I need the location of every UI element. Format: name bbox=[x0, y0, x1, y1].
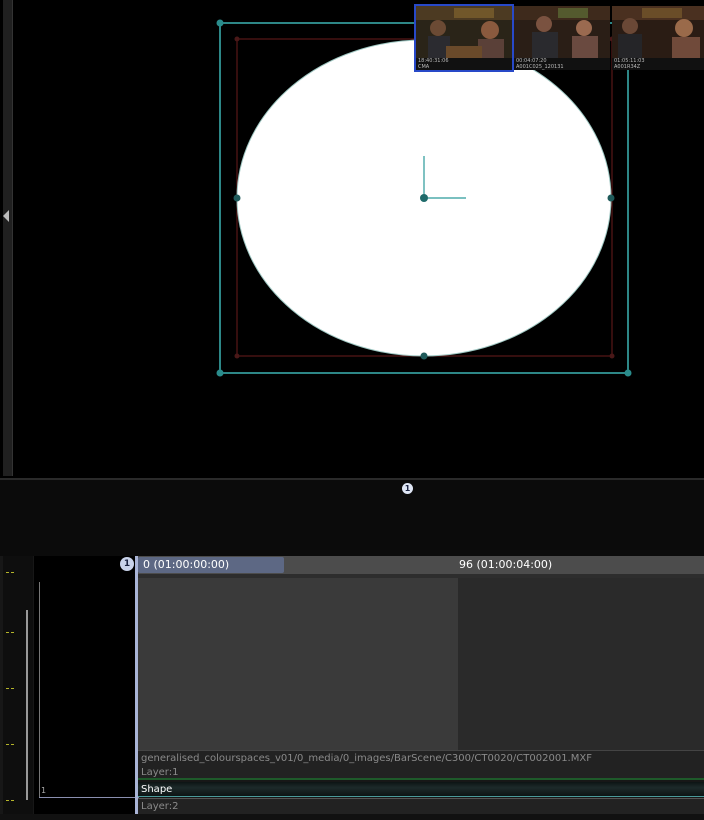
vertical-ruler bbox=[3, 556, 33, 818]
ruler-tick bbox=[6, 572, 14, 574]
timeline-out-area[interactable] bbox=[458, 578, 704, 750]
track-panel[interactable] bbox=[34, 556, 137, 818]
edge-handle-bottom[interactable] bbox=[420, 352, 428, 360]
thumbnail-strip bbox=[0, 478, 704, 556]
playhead-info-badge[interactable]: 1 bbox=[120, 557, 134, 571]
edge-handle-right[interactable] bbox=[607, 194, 615, 202]
inner-corner-tl bbox=[234, 36, 240, 42]
out-frame-label: 96 (01:00:04:00) bbox=[459, 558, 553, 571]
clip-thumbnail-image bbox=[514, 6, 610, 58]
corner-handle-bl[interactable] bbox=[216, 369, 224, 377]
source-path-row[interactable]: generalised_colourspaces_v01/0_media/0_i… bbox=[138, 750, 704, 765]
corner-handle-br[interactable] bbox=[624, 369, 632, 377]
clip-caption: 01:05:11:03 A001R34Z bbox=[612, 58, 704, 70]
inner-corner-br bbox=[609, 353, 615, 359]
shape-row[interactable]: Shape bbox=[138, 782, 704, 797]
track-number: 1 bbox=[41, 786, 47, 795]
timeline-range-area[interactable] bbox=[138, 578, 458, 750]
clip-thumbnail-image bbox=[416, 6, 512, 58]
clip-caption: 00:04:07:20 A001C025_120131 bbox=[514, 58, 610, 70]
edge-handle-left[interactable] bbox=[233, 194, 241, 202]
in-frame-label: 0 (01:00:00:00) bbox=[143, 558, 230, 571]
ruler-tick bbox=[6, 800, 14, 802]
ruler-tick bbox=[6, 744, 14, 746]
bottom-edge bbox=[0, 814, 704, 820]
clip-thumbnail-2[interactable]: 00:04:07:20 A001C025_120131 bbox=[514, 6, 610, 70]
clip-thumbnail-3[interactable]: 01:05:11:03 A001R34Z bbox=[612, 6, 704, 70]
clip-thumbnail-image bbox=[612, 6, 704, 58]
layer-2-row[interactable]: Layer:2 bbox=[138, 798, 704, 814]
inner-corner-bl bbox=[234, 353, 240, 359]
corner-handle-tl[interactable] bbox=[216, 19, 224, 27]
ruler-tick bbox=[6, 632, 14, 634]
ruler-tick bbox=[6, 688, 14, 690]
shape-overlay[interactable] bbox=[0, 0, 704, 478]
track-connector-line bbox=[39, 582, 40, 798]
clip-info-badge[interactable]: 1 bbox=[402, 483, 413, 494]
playhead[interactable] bbox=[135, 556, 138, 818]
track-connector-line bbox=[39, 797, 139, 798]
level-bar bbox=[26, 610, 28, 800]
clip-thumbnail-1[interactable]: 18:40:31:06 CMA bbox=[414, 4, 514, 72]
layer-1-row[interactable]: Layer:1 bbox=[138, 765, 704, 780]
clip-caption: 18:40:31:06 CMA bbox=[416, 58, 512, 70]
center-handle[interactable] bbox=[420, 194, 428, 202]
